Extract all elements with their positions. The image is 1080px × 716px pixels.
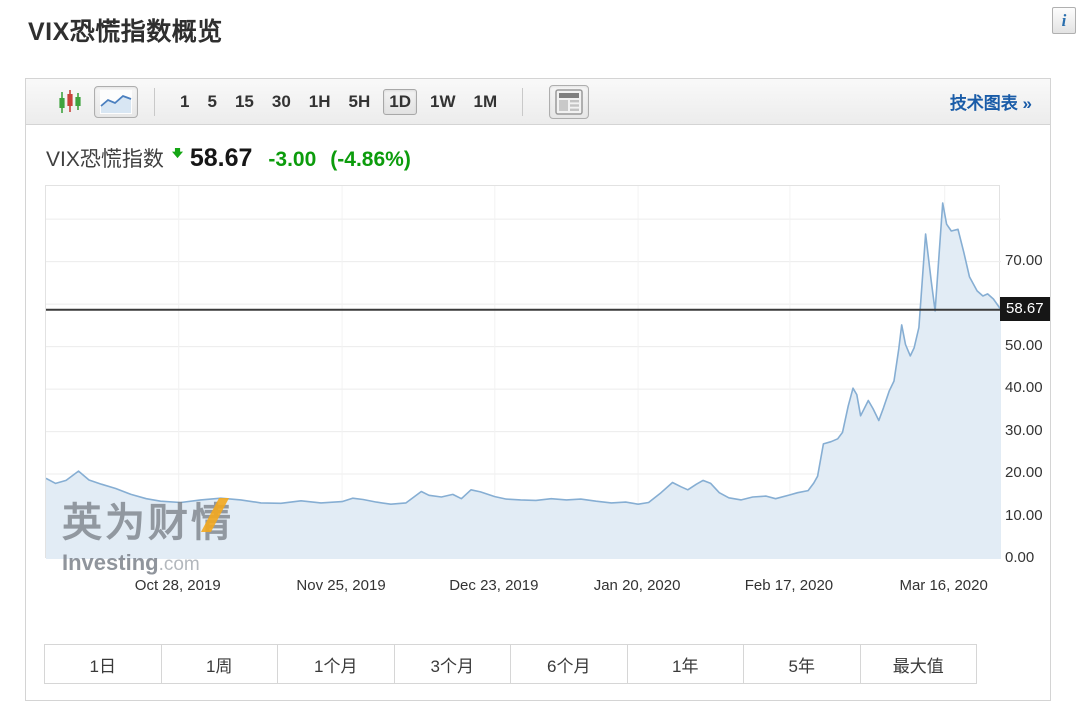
interval-1D[interactable]: 1D <box>383 89 417 115</box>
interval-group: 1515301H5H1D1W1M <box>171 89 506 115</box>
news-panel-button[interactable] <box>549 85 589 119</box>
candlestick-icon <box>58 89 82 115</box>
chart-plot-area[interactable] <box>45 185 1000 558</box>
interval-15[interactable]: 15 <box>226 90 263 114</box>
interval-1[interactable]: 1 <box>171 90 198 114</box>
period-button-1年[interactable]: 1年 <box>627 645 744 683</box>
interval-5[interactable]: 5 <box>198 90 225 114</box>
info-icon: i <box>1062 11 1067 31</box>
interval-5H[interactable]: 5H <box>340 90 380 114</box>
interval-1M[interactable]: 1M <box>464 90 506 114</box>
last-price: 58.67 <box>190 144 253 173</box>
time-axis-label: Dec 23, 2019 <box>449 577 538 594</box>
period-button-最大值[interactable]: 最大值 <box>860 645 977 683</box>
price-down-arrow-icon <box>172 146 184 164</box>
period-range-bar: 1日1周1个月3个月6个月1年5年最大值 <box>44 644 977 684</box>
period-button-1日[interactable]: 1日 <box>45 645 161 683</box>
price-axis-label: 50.00 <box>1005 337 1051 354</box>
price-change: -3.00 <box>268 148 316 172</box>
price-axis-label: 20.00 <box>1005 464 1051 481</box>
time-axis-label: Oct 28, 2019 <box>135 577 221 594</box>
period-button-6个月[interactable]: 6个月 <box>510 645 627 683</box>
interval-1W[interactable]: 1W <box>421 90 465 114</box>
time-axis-label: Nov 25, 2019 <box>296 577 385 594</box>
time-axis-label: Jan 20, 2020 <box>594 577 681 594</box>
time-axis-label: Feb 17, 2020 <box>745 577 833 594</box>
last-price-badge: 58.67 <box>1000 297 1050 321</box>
period-button-3个月[interactable]: 3个月 <box>394 645 511 683</box>
chart-toolbar: 1515301H5H1D1W1M 技术图表 » <box>26 79 1050 125</box>
time-axis-label: Mar 16, 2020 <box>899 577 987 594</box>
price-axis-label: 0.00 <box>1005 549 1051 566</box>
page: VIX恐慌指数概览 i <box>0 0 1080 716</box>
price-change-percent: (-4.86%) <box>330 148 411 172</box>
toolbar-divider <box>154 88 155 116</box>
page-title: VIX恐慌指数概览 <box>28 12 223 48</box>
info-button[interactable]: i <box>1052 7 1076 34</box>
quote-header: VIX恐慌指数 58.67 -3.00 (-4.86%) <box>46 143 411 173</box>
period-button-5年[interactable]: 5年 <box>743 645 860 683</box>
interval-1H[interactable]: 1H <box>300 90 340 114</box>
toolbar-divider <box>522 88 523 116</box>
news-panel-icon <box>555 89 583 115</box>
technical-chart-link[interactable]: 技术图表 » <box>950 89 1032 114</box>
price-axis-label: 30.00 <box>1005 422 1051 439</box>
price-axis-label: 10.00 <box>1005 507 1051 524</box>
price-axis-label: 40.00 <box>1005 379 1051 396</box>
interval-30[interactable]: 30 <box>263 90 300 114</box>
price-axis-label: 70.00 <box>1005 252 1051 269</box>
line-chart-button[interactable] <box>94 86 138 118</box>
instrument-name: VIX恐慌指数 <box>46 143 164 173</box>
line-chart-icon <box>100 90 132 114</box>
period-button-1周[interactable]: 1周 <box>161 645 278 683</box>
period-button-1个月[interactable]: 1个月 <box>277 645 394 683</box>
candlestick-chart-button[interactable] <box>56 87 84 117</box>
